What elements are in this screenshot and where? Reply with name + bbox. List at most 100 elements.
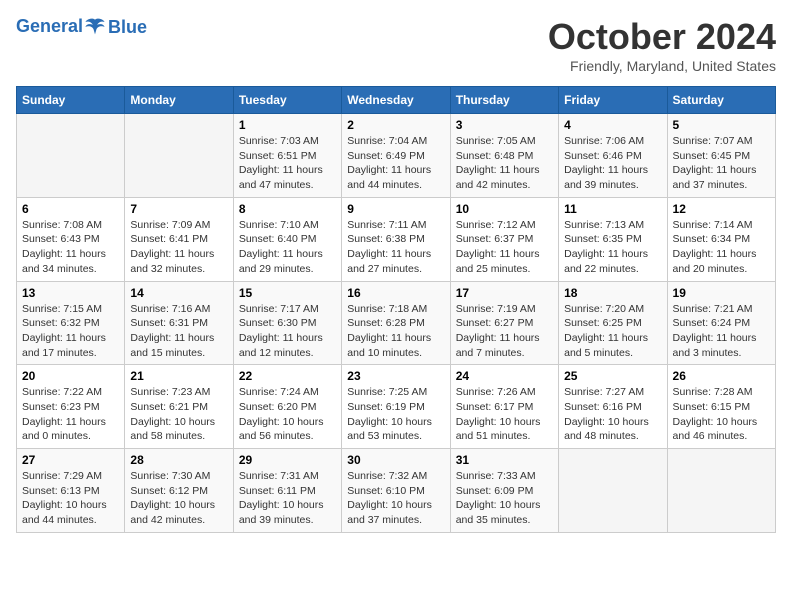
calendar-cell: 22 Sunrise: 7:24 AMSunset: 6:20 PMDayligh… xyxy=(233,365,341,449)
calendar-cell: 4 Sunrise: 7:06 AMSunset: 6:46 PMDaylight… xyxy=(559,114,667,198)
day-number: 29 xyxy=(239,453,336,467)
logo-line2: Blue xyxy=(108,17,147,38)
calendar-cell: 5 Sunrise: 7:07 AMSunset: 6:45 PMDaylight… xyxy=(667,114,775,198)
day-number: 19 xyxy=(673,286,770,300)
header-day-tuesday: Tuesday xyxy=(233,87,341,114)
day-info: Sunrise: 7:26 AMSunset: 6:17 PMDaylight:… xyxy=(456,385,553,444)
day-info: Sunrise: 7:33 AMSunset: 6:09 PMDaylight:… xyxy=(456,469,553,528)
month-title: October 2024 xyxy=(548,16,776,58)
day-info: Sunrise: 7:11 AMSunset: 6:38 PMDaylight:… xyxy=(347,218,444,277)
calendar-cell: 14 Sunrise: 7:16 AMSunset: 6:31 PMDayligh… xyxy=(125,281,233,365)
calendar-cell: 16 Sunrise: 7:18 AMSunset: 6:28 PMDayligh… xyxy=(342,281,450,365)
day-number: 23 xyxy=(347,369,444,383)
week-row-4: 20Sunrise: 7:22 AMSunset: 6:23 PMDayligh… xyxy=(17,365,776,449)
header-day-friday: Friday xyxy=(559,87,667,114)
day-number: 4 xyxy=(564,118,661,132)
day-info: Sunrise: 7:31 AMSunset: 6:11 PMDaylight:… xyxy=(239,469,336,528)
calendar-cell: 23Sunrise: 7:25 AMSunset: 6:19 PMDayligh… xyxy=(342,365,450,449)
day-number: 8 xyxy=(239,202,336,216)
calendar-cell: 25Sunrise: 7:27 AMSunset: 6:16 PMDayligh… xyxy=(559,365,667,449)
day-number: 22 xyxy=(239,369,336,383)
calendar-cell: 21 Sunrise: 7:23 AMSunset: 6:21 PMDayligh… xyxy=(125,365,233,449)
day-number: 9 xyxy=(347,202,444,216)
day-info: Sunrise: 7:20 AMSunset: 6:25 PMDaylight:… xyxy=(564,302,661,361)
day-number: 15 xyxy=(239,286,336,300)
calendar-cell: 10 Sunrise: 7:12 AMSunset: 6:37 PMDayligh… xyxy=(450,197,558,281)
day-number: 11 xyxy=(564,202,661,216)
header-day-sunday: Sunday xyxy=(17,87,125,114)
day-number: 24 xyxy=(456,369,553,383)
day-info: Sunrise: 7:23 AMSunset: 6:21 PMDaylight:… xyxy=(130,385,227,444)
calendar-cell: 12 Sunrise: 7:14 AMSunset: 6:34 PMDayligh… xyxy=(667,197,775,281)
day-number: 10 xyxy=(456,202,553,216)
day-number: 7 xyxy=(130,202,227,216)
calendar-cell: 8 Sunrise: 7:10 AMSunset: 6:40 PMDaylight… xyxy=(233,197,341,281)
calendar-cell: 15 Sunrise: 7:17 AMSunset: 6:30 PMDayligh… xyxy=(233,281,341,365)
calendar-cell: 7 Sunrise: 7:09 AMSunset: 6:41 PMDaylight… xyxy=(125,197,233,281)
header-day-monday: Monday xyxy=(125,87,233,114)
day-number: 18 xyxy=(564,286,661,300)
day-info: Sunrise: 7:24 AMSunset: 6:20 PMDaylight:… xyxy=(239,385,336,444)
day-info: Sunrise: 7:08 AMSunset: 6:43 PMDaylight:… xyxy=(22,218,119,277)
day-info: Sunrise: 7:19 AMSunset: 6:27 PMDaylight:… xyxy=(456,302,553,361)
calendar-cell: 26 Sunrise: 7:28 AMSunset: 6:15 PMDayligh… xyxy=(667,365,775,449)
day-number: 26 xyxy=(673,369,770,383)
day-info: Sunrise: 7:22 AMSunset: 6:23 PMDaylight:… xyxy=(22,385,119,444)
day-info: Sunrise: 7:18 AMSunset: 6:28 PMDaylight:… xyxy=(347,302,444,361)
header-day-thursday: Thursday xyxy=(450,87,558,114)
calendar-cell: 9 Sunrise: 7:11 AMSunset: 6:38 PMDaylight… xyxy=(342,197,450,281)
calendar-cell: 2 Sunrise: 7:04 AMSunset: 6:49 PMDaylight… xyxy=(342,114,450,198)
logo: General Blue xyxy=(16,16,147,38)
day-number: 3 xyxy=(456,118,553,132)
day-info: Sunrise: 7:10 AMSunset: 6:40 PMDaylight:… xyxy=(239,218,336,277)
calendar-cell xyxy=(559,449,667,533)
day-number: 17 xyxy=(456,286,553,300)
header-day-wednesday: Wednesday xyxy=(342,87,450,114)
calendar-cell: 24 Sunrise: 7:26 AMSunset: 6:17 PMDayligh… xyxy=(450,365,558,449)
calendar-cell: 11 Sunrise: 7:13 AMSunset: 6:35 PMDayligh… xyxy=(559,197,667,281)
day-info: Sunrise: 7:03 AMSunset: 6:51 PMDaylight:… xyxy=(239,134,336,193)
day-number: 30 xyxy=(347,453,444,467)
day-info: Sunrise: 7:13 AMSunset: 6:35 PMDaylight:… xyxy=(564,218,661,277)
calendar-cell xyxy=(17,114,125,198)
day-info: Sunrise: 7:04 AMSunset: 6:49 PMDaylight:… xyxy=(347,134,444,193)
calendar-cell: 27Sunrise: 7:29 AMSunset: 6:13 PMDayligh… xyxy=(17,449,125,533)
day-number: 5 xyxy=(673,118,770,132)
calendar-cell xyxy=(667,449,775,533)
calendar-cell: 20Sunrise: 7:22 AMSunset: 6:23 PMDayligh… xyxy=(17,365,125,449)
calendar-cell: 31 Sunrise: 7:33 AMSunset: 6:09 PMDayligh… xyxy=(450,449,558,533)
day-number: 6 xyxy=(22,202,119,216)
day-number: 2 xyxy=(347,118,444,132)
day-info: Sunrise: 7:07 AMSunset: 6:45 PMDaylight:… xyxy=(673,134,770,193)
day-number: 16 xyxy=(347,286,444,300)
day-info: Sunrise: 7:12 AMSunset: 6:37 PMDaylight:… xyxy=(456,218,553,277)
location-subtitle: Friendly, Maryland, United States xyxy=(548,58,776,74)
day-info: Sunrise: 7:29 AMSunset: 6:13 PMDaylight:… xyxy=(22,469,119,528)
page-header: General Blue October 2024 Friendly, Mary… xyxy=(16,16,776,74)
week-row-2: 6 Sunrise: 7:08 AMSunset: 6:43 PMDaylight… xyxy=(17,197,776,281)
day-number: 14 xyxy=(130,286,227,300)
day-info: Sunrise: 7:14 AMSunset: 6:34 PMDaylight:… xyxy=(673,218,770,277)
calendar-cell: 18 Sunrise: 7:20 AMSunset: 6:25 PMDayligh… xyxy=(559,281,667,365)
day-info: Sunrise: 7:16 AMSunset: 6:31 PMDaylight:… xyxy=(130,302,227,361)
day-number: 28 xyxy=(130,453,227,467)
day-number: 1 xyxy=(239,118,336,132)
header-row: SundayMondayTuesdayWednesdayThursdayFrid… xyxy=(17,87,776,114)
day-number: 31 xyxy=(456,453,553,467)
logo-bird-icon xyxy=(84,16,106,38)
day-info: Sunrise: 7:09 AMSunset: 6:41 PMDaylight:… xyxy=(130,218,227,277)
logo-line1: General xyxy=(16,16,83,36)
day-number: 21 xyxy=(130,369,227,383)
week-row-1: 1 Sunrise: 7:03 AMSunset: 6:51 PMDaylight… xyxy=(17,114,776,198)
day-info: Sunrise: 7:17 AMSunset: 6:30 PMDaylight:… xyxy=(239,302,336,361)
calendar-cell: 1 Sunrise: 7:03 AMSunset: 6:51 PMDaylight… xyxy=(233,114,341,198)
day-info: Sunrise: 7:05 AMSunset: 6:48 PMDaylight:… xyxy=(456,134,553,193)
day-number: 12 xyxy=(673,202,770,216)
day-info: Sunrise: 7:28 AMSunset: 6:15 PMDaylight:… xyxy=(673,385,770,444)
day-number: 13 xyxy=(22,286,119,300)
day-info: Sunrise: 7:30 AMSunset: 6:12 PMDaylight:… xyxy=(130,469,227,528)
calendar-cell: 3 Sunrise: 7:05 AMSunset: 6:48 PMDaylight… xyxy=(450,114,558,198)
day-info: Sunrise: 7:06 AMSunset: 6:46 PMDaylight:… xyxy=(564,134,661,193)
title-block: October 2024 Friendly, Maryland, United … xyxy=(548,16,776,74)
calendar-cell: 6 Sunrise: 7:08 AMSunset: 6:43 PMDaylight… xyxy=(17,197,125,281)
